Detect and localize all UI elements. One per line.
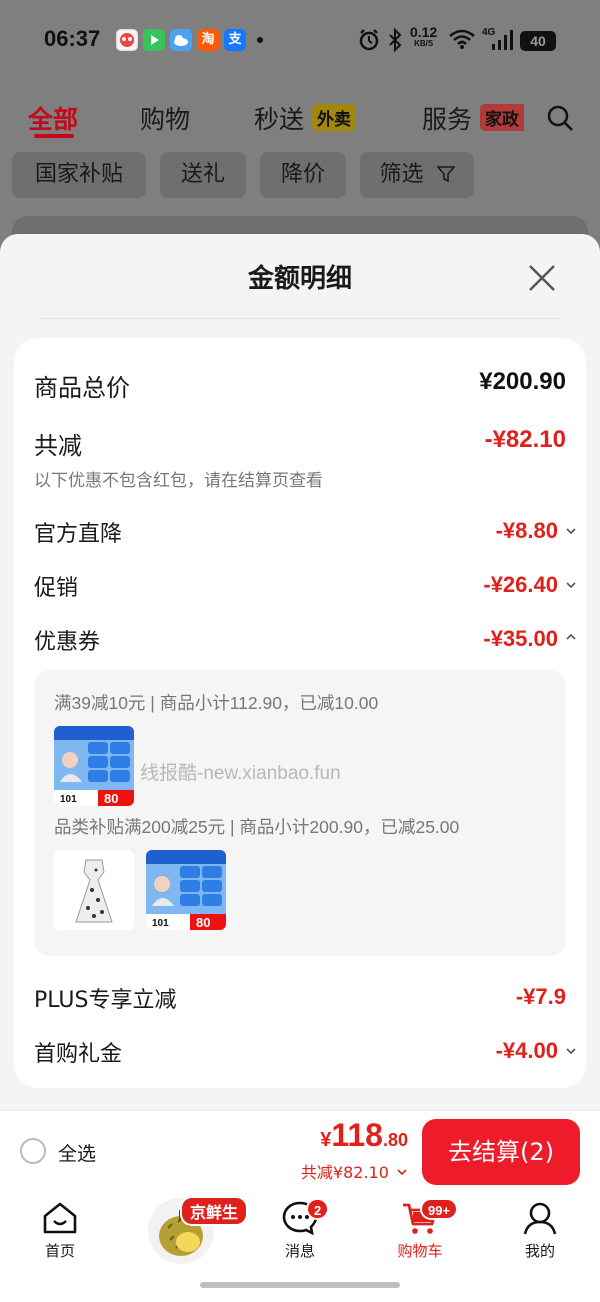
chevron-up-icon[interactable]: [564, 630, 578, 644]
currency-symbol: ¥: [320, 1129, 332, 1151]
first-purchase-label: 首购礼金: [34, 1042, 123, 1067]
dress-product-image: [54, 850, 134, 930]
coupon-line: 品类补贴满200减25元 | 商品小计200.90，已减25.00: [54, 817, 460, 837]
saved-amount-toggle[interactable]: 共减¥82.10: [301, 1159, 408, 1183]
nav-messages[interactable]: 消息 2: [250, 1198, 350, 1270]
filter-chips: 国家补贴 送礼 降价 筛选: [0, 152, 600, 200]
chip-price-drop[interactable]: 降价: [260, 152, 346, 198]
chevron-down-icon[interactable]: [564, 524, 578, 538]
nav-home-label: 首页: [44, 1242, 75, 1260]
tab-shopping[interactable]: 购物: [140, 100, 190, 136]
alipay-icon: 支: [224, 29, 246, 51]
product-thumbnail-wipes[interactable]: 101 80: [54, 726, 134, 806]
official-drop-label: 官方直降: [34, 522, 123, 547]
total-decimal: .80: [382, 1130, 408, 1150]
promotion-value: -¥26.40: [483, 572, 558, 597]
status-time: 06:37: [44, 26, 101, 51]
tab-all[interactable]: 全部: [28, 100, 78, 136]
sheet-title: 金额明细: [247, 264, 352, 294]
reduction-note: 以下优惠不包含红包，请在结算页查看: [34, 471, 323, 491]
signal-icon: [492, 30, 513, 50]
coupon-detail-box: 满39减10元 | 商品小计112.90，已减10.00 101 80 线报酷-…: [34, 670, 566, 956]
top-tabs: 全部 购物 秒送 外卖 服务 家政: [0, 92, 600, 142]
chevron-down-icon[interactable]: [564, 1044, 578, 1058]
wipes-product-image: 101 80: [54, 726, 134, 806]
housekeeping-badge: 家政: [480, 104, 524, 131]
fresh-badge: 京鲜生: [180, 1196, 249, 1226]
nav-messages-label: 消息: [284, 1242, 315, 1260]
wipes-price-b: 80: [196, 915, 210, 930]
first-purchase-value: -¥4.00: [495, 1038, 558, 1063]
wipes-price-b: 80: [104, 791, 118, 806]
nav-cart[interactable]: 购物车 99+: [370, 1198, 470, 1270]
amount-detail-card: 商品总价 ¥200.90 共减 -¥82.10 以下优惠不包含红包，请在结算页查…: [14, 338, 586, 1088]
home-icon: [43, 1202, 77, 1234]
coupon-label: 优惠券: [34, 630, 101, 655]
select-all-label[interactable]: 全选: [58, 1139, 96, 1166]
nav-home[interactable]: 首页: [10, 1200, 110, 1270]
total-price-value: ¥200.90: [479, 368, 566, 395]
chevron-down-icon[interactable]: [564, 578, 578, 592]
amount-detail-sheet: 金额明细 商品总价 ¥200.90 共减 -¥82.10 以下优惠不包含红包，请…: [0, 234, 600, 1114]
coupon-value: -¥35.00: [483, 626, 558, 651]
total-reduction-value: -¥82.10: [484, 426, 566, 453]
nav-cart-label: 购物车: [397, 1242, 443, 1260]
tab-services[interactable]: 服务: [422, 100, 472, 136]
more-notifications-dot: [257, 37, 263, 43]
status-bar: 06:37 淘 支 0.12 KB/S 4G 40: [0, 0, 600, 80]
home-indicator: [200, 1282, 400, 1288]
video-icon: [143, 29, 165, 51]
message-badge: 2: [306, 1198, 330, 1220]
checkout-button[interactable]: 去结算(2): [422, 1119, 580, 1185]
chip-filter-label: 筛选: [379, 162, 424, 187]
battery-indicator: 40: [520, 31, 556, 51]
chevron-down-icon: [397, 1169, 407, 1176]
network-speed: 0.12 KB/S: [410, 24, 438, 48]
coupon-line: 满39减10元 | 商品小计112.90，已减10.00: [54, 693, 379, 713]
wipes-product-image: 101 80: [146, 850, 226, 930]
nav-profile-label: 我的: [524, 1242, 555, 1260]
wipes-price-a: 101: [60, 794, 77, 805]
total-price-label: 商品总价: [34, 374, 130, 402]
profile-icon: [523, 1202, 557, 1235]
game-icon: [116, 29, 138, 51]
alarm-icon: [359, 29, 379, 51]
saved-amount: 共减¥82.10: [300, 1163, 389, 1182]
chip-filter[interactable]: 筛选: [360, 152, 474, 198]
close-icon[interactable]: [524, 260, 560, 296]
tab-active-underline: [34, 134, 74, 138]
bluetooth-icon: [389, 28, 402, 52]
sheet-divider: [40, 318, 560, 319]
search-icon[interactable]: [546, 104, 574, 132]
total-integer: 118: [331, 1117, 383, 1153]
product-thumbnail-dress[interactable]: [54, 850, 134, 930]
nav-profile[interactable]: 我的: [490, 1200, 590, 1270]
product-thumbnail-wipes[interactable]: 101 80: [146, 850, 226, 930]
tab-instant-delivery[interactable]: 秒送: [254, 100, 304, 136]
cart-badge: 99+: [420, 1198, 459, 1220]
plus-discount-value: -¥7.9: [515, 984, 566, 1009]
chip-national-subsidy[interactable]: 国家补贴: [12, 152, 146, 198]
select-all-radio[interactable]: [20, 1138, 46, 1164]
total-reduction-label: 共减: [34, 432, 82, 460]
filter-funnel-icon: [435, 166, 456, 183]
weather-icon: [170, 29, 192, 51]
takeout-badge: 外卖: [312, 104, 356, 131]
checkout-bar: 全选 ¥118.80 共减¥82.10 去结算(2): [0, 1110, 600, 1192]
promotion-label: 促销: [34, 576, 79, 601]
total-price: ¥118.80: [320, 1117, 408, 1154]
wipes-price-a: 101: [152, 918, 169, 929]
taobao-icon: 淘: [197, 29, 219, 51]
official-drop-value: -¥8.80: [495, 518, 558, 543]
plus-discount-label: PLUS专享立减: [34, 988, 177, 1013]
wifi-icon: [449, 29, 475, 49]
watermark-text: 线报酷-new.xianbao.fun: [140, 763, 341, 784]
chip-gift[interactable]: 送礼: [160, 152, 246, 198]
